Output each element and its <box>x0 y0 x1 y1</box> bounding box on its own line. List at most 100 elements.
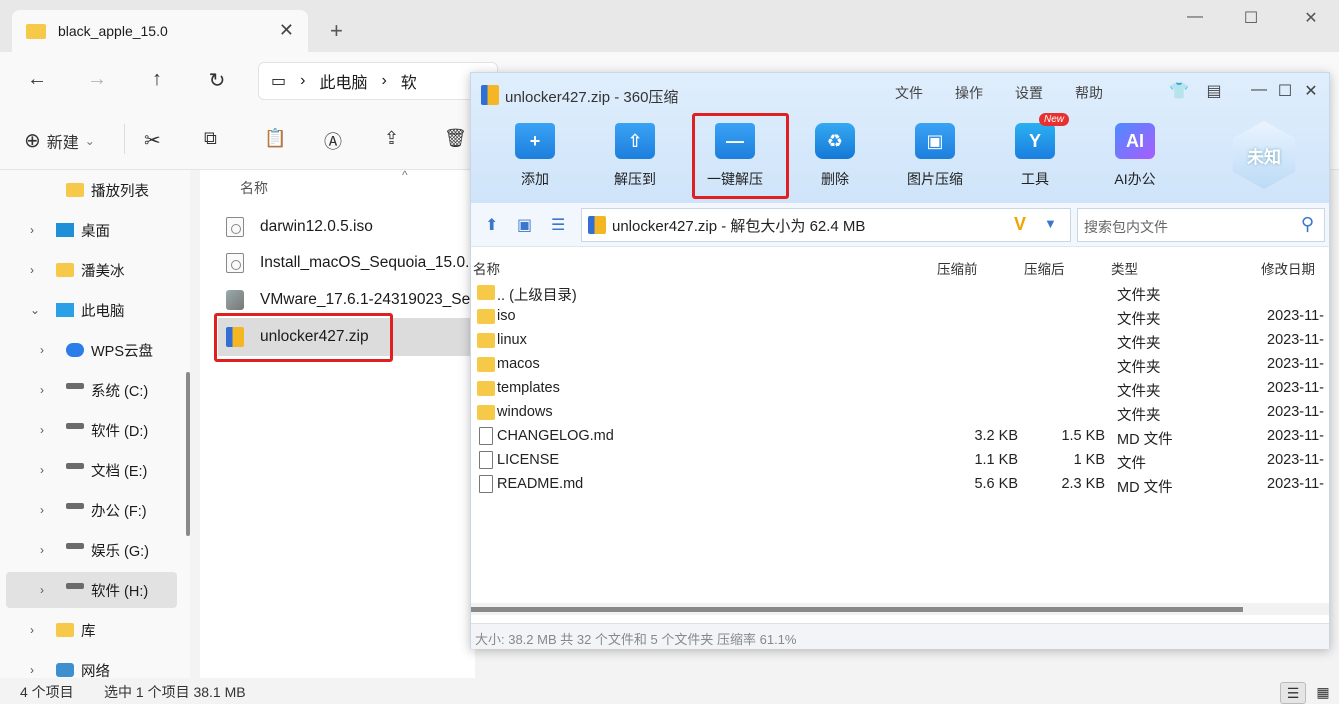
column-type[interactable]: 类型 <box>1111 258 1138 278</box>
thumbnail-view-icon[interactable]: ▣ <box>517 215 532 235</box>
file-row[interactable]: Install_macOS_Sequoia_15.0.iso <box>216 244 486 282</box>
sidebar-item[interactable]: › 文档 (E:) <box>0 452 180 488</box>
chevron-right-icon[interactable]: › <box>30 623 34 637</box>
folder-icon <box>477 405 495 420</box>
archive-search-input[interactable]: 搜索包内文件 ⚲ <box>1077 208 1325 242</box>
sidebar-item[interactable]: › 库 <box>0 612 180 648</box>
breadcrumb-software[interactable]: 软 <box>401 69 417 93</box>
maximize-button[interactable]: ☐ <box>1236 8 1266 28</box>
chevron-right-icon[interactable]: › <box>40 463 44 477</box>
archive-row[interactable]: templates 文件夹 2023-11- <box>471 377 1329 401</box>
sidebar-item[interactable]: › 桌面 <box>0 212 180 248</box>
archive-row[interactable]: linux 文件夹 2023-11- <box>471 329 1329 353</box>
sidebar-item[interactable]: ⌄ 此电脑 <box>0 292 180 328</box>
details-view-button[interactable]: ☰ <box>1280 682 1306 704</box>
chevron-right-icon[interactable]: › <box>40 503 44 517</box>
chevron-right-icon[interactable]: › <box>40 583 44 597</box>
file-name: darwin12.0.5.iso <box>260 218 373 235</box>
toolbar-button-tools[interactable]: Y New 工具 <box>995 113 1075 193</box>
dropdown-arrow-icon[interactable]: ▼ <box>1044 216 1057 231</box>
archive-row[interactable]: iso 文件夹 2023-11- <box>471 305 1329 329</box>
archive-row[interactable]: LICENSE 1.1 KB 1 KB 文件 2023-11- <box>471 449 1329 473</box>
chevron-down-icon[interactable]: ⌄ <box>30 303 40 317</box>
chevron-right-icon[interactable]: › <box>40 383 44 397</box>
close-tab-icon[interactable]: ✕ <box>279 20 294 41</box>
skin-icon[interactable]: 👕 <box>1167 81 1191 101</box>
column-name[interactable]: 名称 <box>473 258 500 278</box>
chevron-right-icon[interactable]: › <box>40 343 44 357</box>
menu-help[interactable]: 帮助 <box>1075 83 1103 103</box>
archive-row[interactable]: .. (上级目录) 文件夹 <box>471 281 1329 305</box>
menu-operate[interactable]: 操作 <box>955 83 983 103</box>
folder-icon <box>26 23 46 39</box>
feedback-icon[interactable]: ▤ <box>1202 81 1226 101</box>
new-button[interactable]: ⊕ 新建 ⌄ <box>24 128 95 153</box>
v-logo-icon[interactable]: V <box>1014 214 1026 235</box>
toolbar-button-extract-to[interactable]: ⇧ 解压到 <box>595 123 675 193</box>
drive-icon <box>66 463 84 469</box>
toolbar-button-add[interactable]: + 添加 <box>495 123 575 193</box>
sidebar-item[interactable]: › WPS云盘 <box>0 332 180 368</box>
zip-title-bar: unlocker427.zip - 360压缩 文件 操作 设置 帮助 👕 ▤ … <box>471 73 1329 203</box>
brand-badge[interactable]: 未知 <box>1233 121 1295 189</box>
scrollbar-thumb[interactable] <box>471 607 1243 612</box>
sidebar-item[interactable]: › 软件 (H:) <box>6 572 177 608</box>
file-row[interactable]: darwin12.0.5.iso <box>216 208 486 246</box>
tab-black-apple[interactable]: black_apple_15.0 ✕ <box>12 10 308 52</box>
up-button[interactable]: ↑ <box>142 68 172 91</box>
chevron-right-icon[interactable]: › <box>30 223 34 237</box>
copy-icon[interactable]: ⧉ <box>204 128 217 149</box>
column-header-name[interactable]: 名称 <box>240 178 268 198</box>
sidebar-scrollbar[interactable] <box>186 372 190 536</box>
paste-icon[interactable]: 📋 <box>264 128 286 149</box>
file-name: Install_macOS_Sequoia_15.0.iso <box>260 254 486 271</box>
share-icon[interactable]: ⇪ <box>384 128 399 149</box>
sidebar-item[interactable]: › 娱乐 (G:) <box>0 532 180 568</box>
cut-icon[interactable]: ✂ <box>144 128 161 153</box>
list-view-icon[interactable]: ☰ <box>551 215 565 235</box>
back-button[interactable]: ← <box>22 68 52 91</box>
column-size-after[interactable]: 压缩后 <box>1024 258 1065 278</box>
chevron-right-icon[interactable]: › <box>40 543 44 557</box>
refresh-button[interactable]: ↻ <box>202 68 232 93</box>
tiles-view-button[interactable]: ▦ <box>1310 682 1336 704</box>
minimize-button[interactable]: — <box>1180 8 1210 26</box>
search-icon[interactable]: ⚲ <box>1301 214 1314 235</box>
column-size-before[interactable]: 压缩前 <box>937 258 978 278</box>
address-bar[interactable]: ▭ › 此电脑 › 软 <box>258 62 498 100</box>
archive-path: unlocker427.zip - 解包大小为 62.4 MB <box>612 217 866 235</box>
sidebar-item[interactable]: 播放列表 <box>0 172 180 208</box>
menu-settings[interactable]: 设置 <box>1015 83 1043 103</box>
zip-horizontal-scrollbar[interactable] <box>471 603 1329 615</box>
close-window-button[interactable]: ✕ <box>1296 8 1326 28</box>
archive-row[interactable]: macos 文件夹 2023-11- <box>471 353 1329 377</box>
up-level-icon[interactable]: ⬆ <box>485 215 498 235</box>
zip-close-button[interactable]: ✕ <box>1299 81 1323 101</box>
toolbar-button-image-compress[interactable]: ▣ 图片压缩 <box>895 123 975 193</box>
zip-path-box[interactable]: unlocker427.zip - 解包大小为 62.4 MB V ▼ <box>581 208 1071 242</box>
forward-button[interactable]: → <box>82 68 112 91</box>
zip-maximize-button[interactable]: ☐ <box>1273 81 1297 101</box>
delete-icon[interactable]: 🗑 <box>444 128 467 149</box>
archive-row[interactable]: windows 文件夹 2023-11- <box>471 401 1329 425</box>
zip-minimize-button[interactable]: — <box>1247 81 1271 99</box>
sidebar-item[interactable]: › 办公 (F:) <box>0 492 180 528</box>
chevron-right-icon[interactable]: › <box>30 663 34 677</box>
chevron-right-icon[interactable]: › <box>40 423 44 437</box>
new-tab-button[interactable]: + <box>330 18 343 44</box>
tools-icon: Y <box>1015 123 1055 159</box>
chevron-right-icon[interactable]: › <box>30 263 34 277</box>
archive-row[interactable]: README.md 5.6 KB 2.3 KB MD 文件 2023-11- <box>471 473 1329 497</box>
archive-row[interactable]: CHANGELOG.md 3.2 KB 1.5 KB MD 文件 2023-11- <box>471 425 1329 449</box>
toolbar-button-delete[interactable]: ♻ 删除 <box>795 123 875 193</box>
toolbar-button-ai-office[interactable]: AI AI办公 <box>1095 123 1175 193</box>
rename-icon[interactable]: Ⓐ <box>324 128 342 154</box>
breadcrumb-this-pc[interactable]: 此电脑 <box>319 69 367 93</box>
sidebar-item[interactable]: › 软件 (D:) <box>0 412 180 448</box>
cell-name: macos <box>497 356 540 372</box>
item-count: 4 个项目 <box>20 684 74 700</box>
menu-file[interactable]: 文件 <box>895 83 923 103</box>
sidebar-item[interactable]: › 潘美冰 <box>0 252 180 288</box>
column-modified[interactable]: 修改日期 <box>1261 258 1315 278</box>
sidebar-item[interactable]: › 系统 (C:) <box>0 372 180 408</box>
